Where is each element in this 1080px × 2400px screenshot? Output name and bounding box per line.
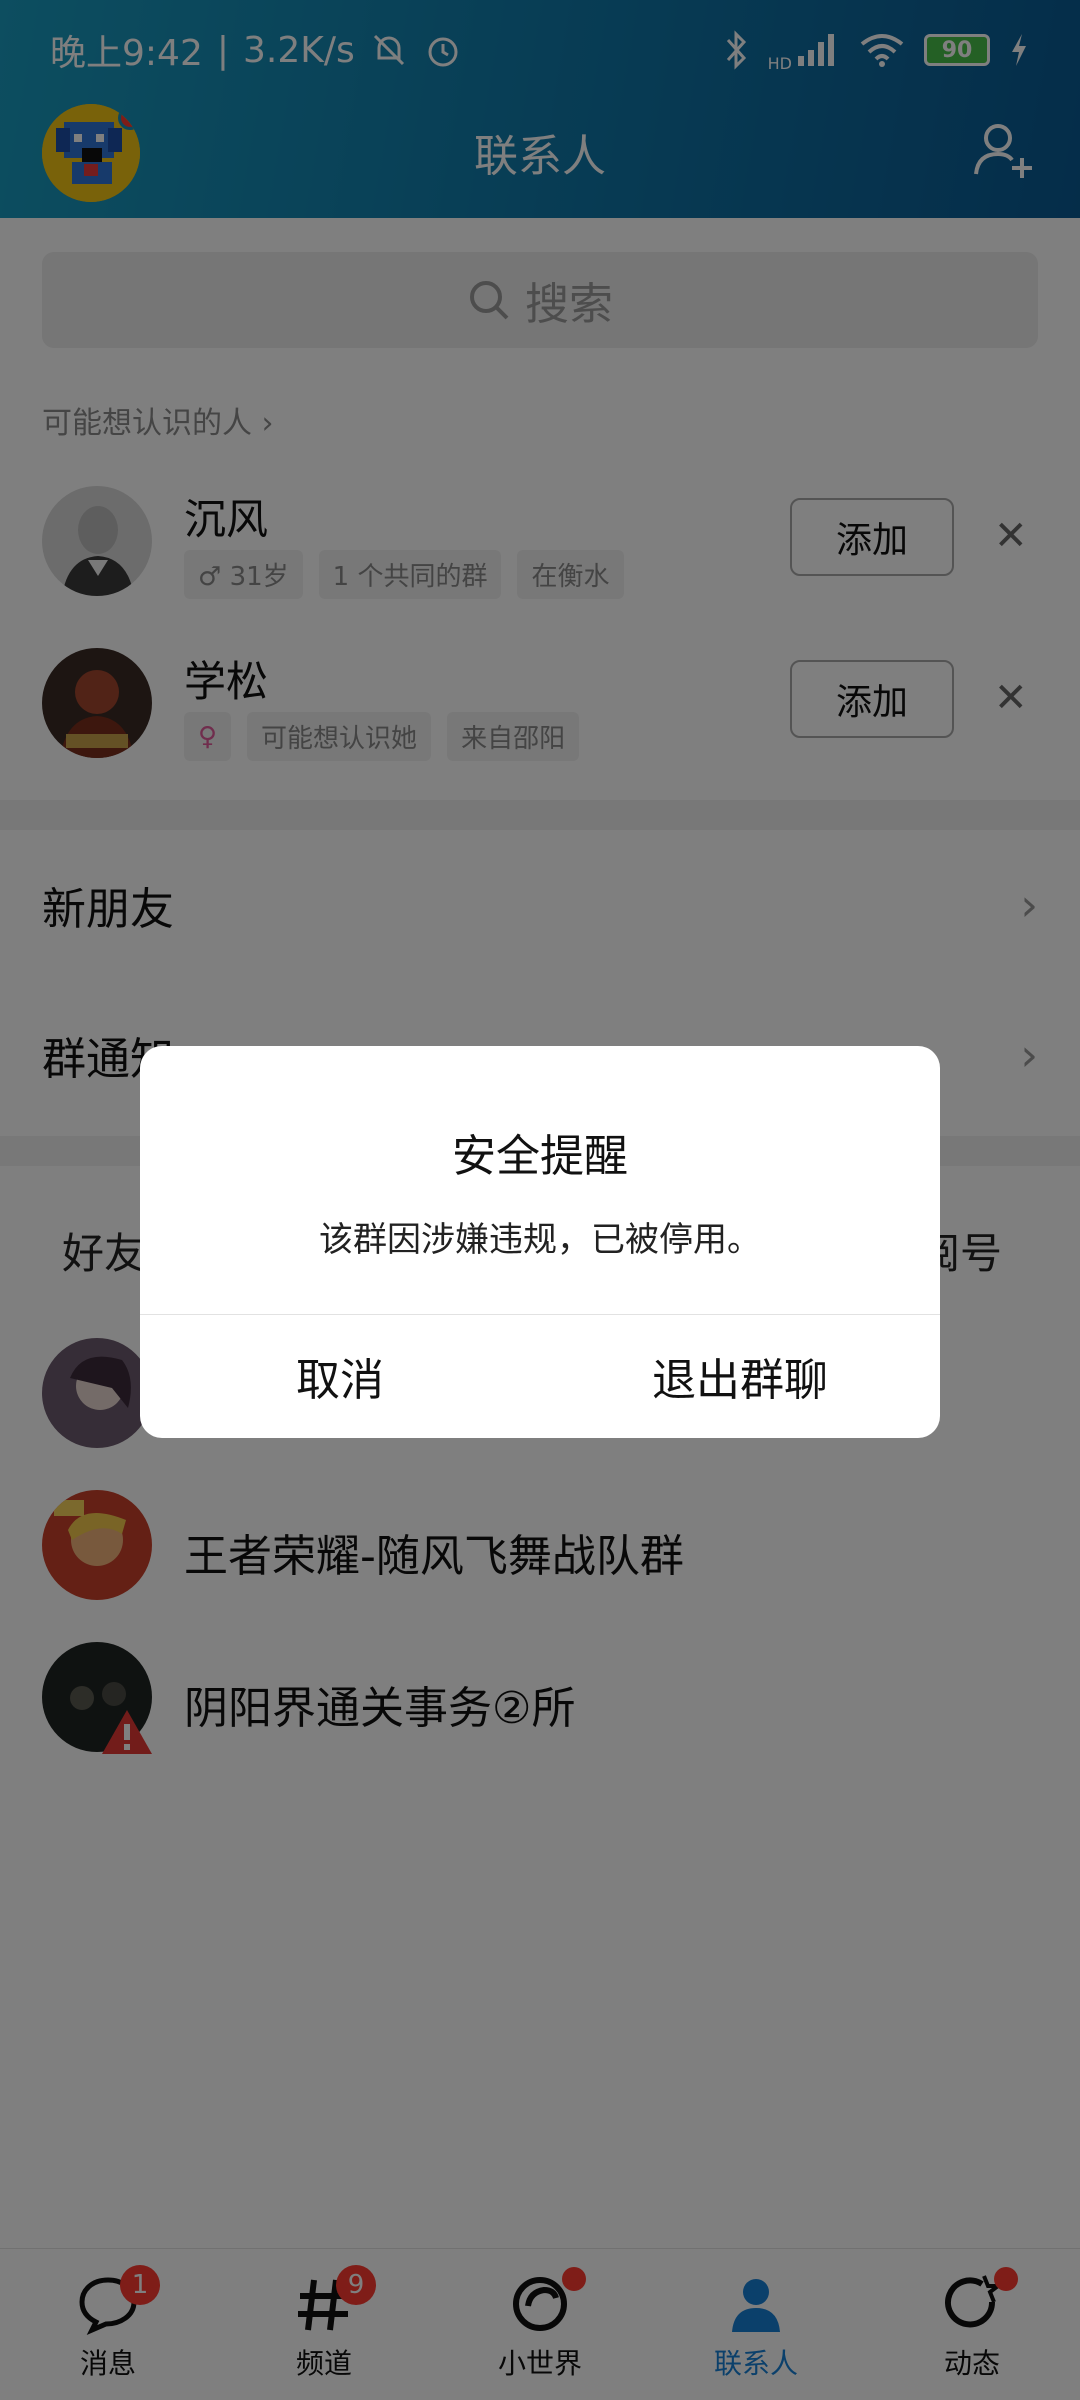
dialog-title: 安全提醒 (452, 1131, 628, 1182)
leave-group-button[interactable]: 退出群聊 (540, 1314, 940, 1438)
security-alert-dialog: 安全提醒 该群因涉嫌违规，已被停用。 取消 退出群聊 (140, 1046, 940, 1438)
dialog-message: 该群因涉嫌违规，已被停用。 (319, 1220, 761, 1260)
cancel-button[interactable]: 取消 (140, 1314, 540, 1438)
